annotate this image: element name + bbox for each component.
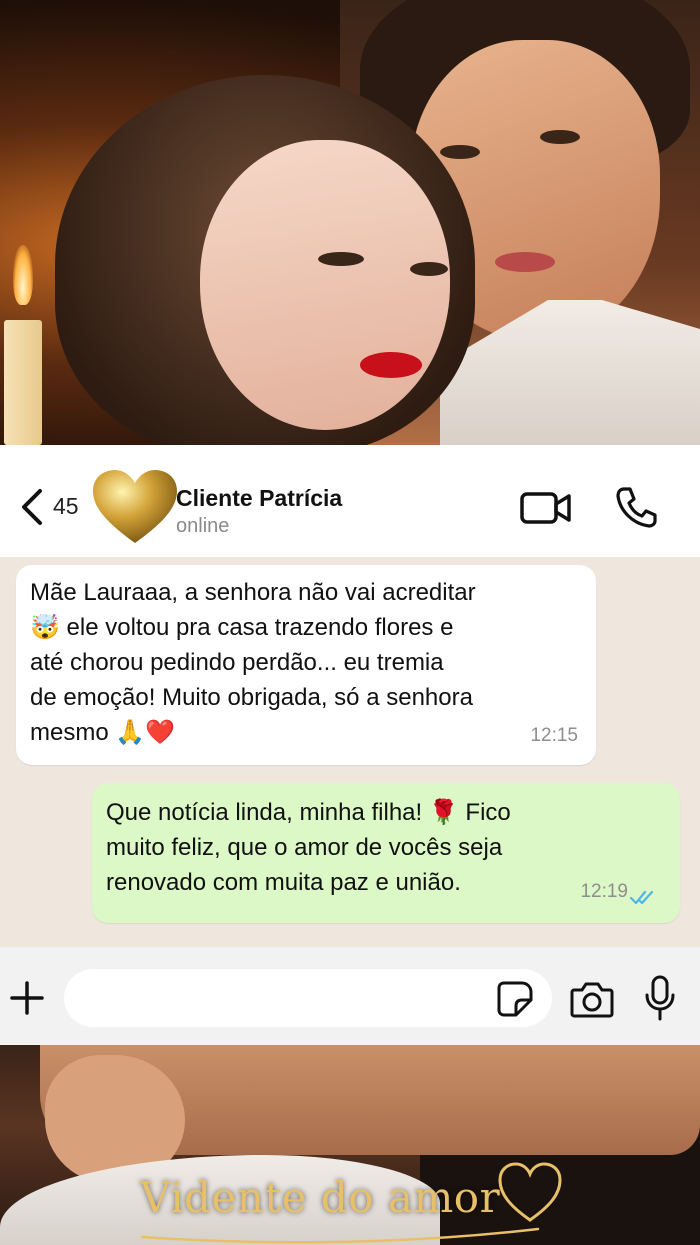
contact-name[interactable]: Cliente Patrícia <box>176 485 342 512</box>
camera-icon[interactable] <box>570 980 614 1018</box>
message-line: mesmo 🙏❤️ <box>30 719 176 746</box>
gold-heart-icon[interactable] <box>90 467 180 547</box>
heart-outline-icon <box>498 1162 562 1222</box>
read-ticks-icon <box>630 890 654 905</box>
couple-photo-top <box>0 0 700 445</box>
microphone-icon[interactable] <box>644 975 676 1021</box>
couple-photo-bottom: Vidente do amor <box>0 1045 700 1245</box>
message-line: de emoção! Muito obrigada, só a senhora <box>30 684 473 711</box>
chat-header: 45 Cliente Patrícia online <box>0 445 700 557</box>
incoming-message[interactable]: Mãe Lauraaa, a senhora não vai acreditar… <box>16 565 596 765</box>
message-time: 12:19 <box>580 881 628 902</box>
man-lips <box>495 252 555 272</box>
chevron-left-icon[interactable] <box>18 487 46 527</box>
message-line: Que notícia linda, minha filha! 🌹 Fico <box>106 799 511 826</box>
sticker-icon[interactable] <box>496 980 534 1018</box>
message-line: Mãe Lauraaa, a senhora não vai acreditar <box>30 579 476 606</box>
message-list: Mãe Lauraaa, a senhora não vai acreditar… <box>0 557 700 947</box>
man-eye-left <box>440 145 480 159</box>
chat-screen: 45 Cliente Patrícia online Mãe Lauraaa, … <box>0 445 700 1045</box>
brand-logo-text: Vidente do amor <box>140 1173 501 1222</box>
unread-count[interactable]: 45 <box>53 493 79 520</box>
composer-bar <box>0 947 700 1045</box>
plus-icon[interactable] <box>8 979 46 1017</box>
message-input[interactable] <box>64 969 552 1027</box>
contact-status: online <box>176 515 230 537</box>
woman-eye-right <box>410 262 448 276</box>
phone-icon[interactable] <box>614 485 658 529</box>
woman-eye-left <box>318 252 364 266</box>
message-line: 🤯 ele voltou pra casa trazendo flores e <box>30 614 454 641</box>
woman-lips <box>360 352 422 378</box>
message-line: muito feliz, que o amor de vocês seja <box>106 834 503 861</box>
message-line: até chorou pedindo perdão... eu tremia <box>30 649 444 676</box>
message-time: 12:15 <box>530 725 578 746</box>
candle-flame <box>13 245 33 305</box>
man-eye-right <box>540 130 580 144</box>
brand-swash <box>140 1227 540 1244</box>
outgoing-message[interactable]: Que notícia linda, minha filha! 🌹 Fico m… <box>92 783 680 923</box>
video-call-icon[interactable] <box>520 490 572 526</box>
woman-face <box>200 140 450 430</box>
candle <box>4 320 42 445</box>
